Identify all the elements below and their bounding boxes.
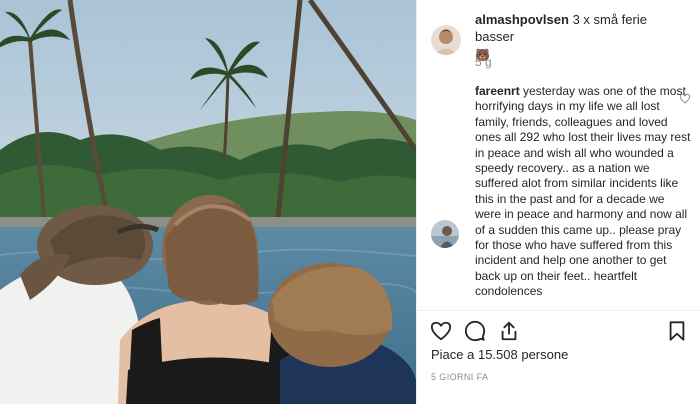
commenter-avatar-image (431, 220, 459, 248)
bookmark-icon[interactable] (666, 320, 688, 342)
post-photo-illustration (0, 0, 416, 404)
comment: fareenrt yesterday was one of the most h… (475, 84, 693, 308)
post-photo[interactable] (0, 0, 416, 404)
post-date[interactable]: 5 GIORNI FA (431, 372, 488, 382)
comment-icon[interactable] (464, 320, 486, 342)
heart-icon[interactable] (430, 320, 452, 342)
post-side-panel: almashpovlsen 3 x små ferie basser 🐻 5 g… (416, 0, 700, 404)
likes-count[interactable]: Piace a 15.508 persone (431, 347, 568, 362)
comment-text: yesterday was one of the most horrifying… (475, 84, 691, 299)
commenter-avatar[interactable] (431, 220, 459, 248)
author-avatar[interactable] (431, 25, 461, 55)
share-icon[interactable] (498, 320, 520, 342)
actions-divider (417, 310, 700, 311)
post-caption: almashpovlsen 3 x små ferie basser 🐻 (475, 11, 687, 64)
caption-time[interactable]: 5 g (475, 55, 492, 69)
comment-username[interactable]: fareenrt (475, 84, 520, 98)
caption-username[interactable]: almashpovlsen (475, 12, 569, 27)
comment-like-heart-icon[interactable] (679, 93, 691, 104)
author-avatar-image (431, 25, 461, 55)
